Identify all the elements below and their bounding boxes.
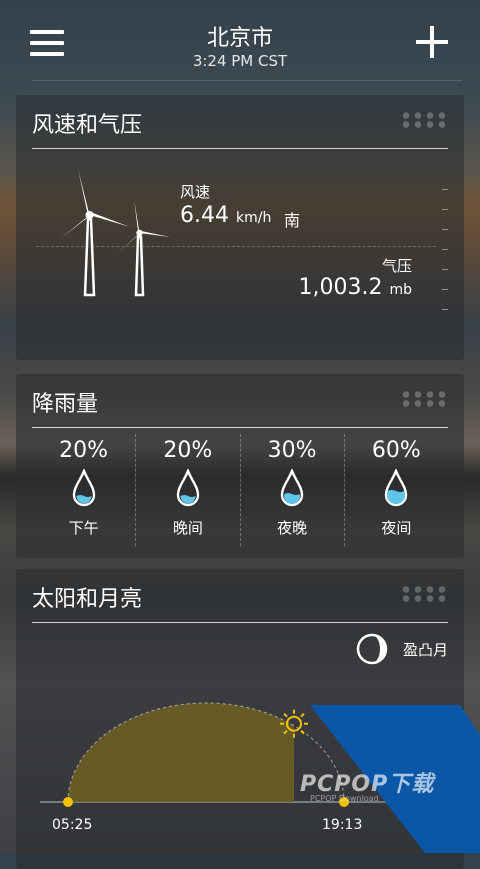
precip-column: 30% 夜晚 — [239, 434, 344, 546]
precip-percent: 20% — [163, 438, 213, 463]
city-name[interactable]: 北京市 — [0, 20, 480, 52]
add-location-icon[interactable] — [416, 26, 448, 58]
raindrop-icon — [385, 467, 408, 507]
watermark-subtext: PCPOP Download — [310, 794, 379, 803]
precip-column: 20% 下午 — [32, 434, 135, 546]
pressure-number: 1,003.2 — [298, 275, 383, 300]
divider — [32, 622, 448, 623]
precip-percent: 60% — [371, 438, 421, 463]
card-title: 太阳和月亮 — [32, 587, 143, 612]
card-handle-icon[interactable] — [400, 111, 448, 129]
precip-time: 晚间 — [172, 519, 203, 537]
precipitation-columns: 20% 下午 20% 晚间 30% 夜晚 60% 夜间 — [32, 434, 448, 546]
local-time: 3:24 PM CST — [192, 52, 288, 70]
sunrise-dot — [63, 797, 73, 807]
precip-percent: 30% — [267, 438, 317, 463]
precip-time: 夜间 — [381, 519, 412, 537]
pressure-label: 气压 — [381, 257, 412, 275]
wind-pressure-card: 风速和气压 风速 6.44 km/h 南 气压 1,003.2 mb — [16, 95, 464, 360]
card-handle-icon[interactable] — [400, 585, 448, 603]
raindrop-icon — [280, 467, 304, 507]
card-handle-icon[interactable] — [400, 390, 448, 408]
raindrop-icon — [72, 467, 95, 507]
pressure-unit: mb — [389, 282, 412, 298]
dashed-line — [36, 246, 436, 247]
precip-column: 20% 晚间 — [135, 434, 239, 546]
precip-time: 下午 — [68, 519, 99, 537]
wind-speed-number: 6.44 — [180, 203, 229, 228]
pressure-scale — [438, 189, 448, 315]
precip-percent: 20% — [59, 438, 109, 463]
card-title: 风速和气压 — [32, 113, 143, 138]
wind-speed-unit: km/h — [235, 210, 272, 226]
top-bar: 北京市 3:24 PM CST — [0, 0, 480, 80]
raindrop-icon — [176, 467, 200, 507]
moon-phase-icon — [356, 633, 388, 665]
pressure-value: 1,003.2 mb — [298, 275, 412, 300]
header-divider — [32, 80, 462, 81]
divider — [32, 148, 448, 149]
precip-column: 60% 夜间 — [343, 434, 448, 546]
card-title: 降雨量 — [32, 392, 99, 417]
wind-direction: 南 — [284, 211, 301, 230]
precipitation-card: 降雨量 20% 下午 20% 晚间 30% 夜晚 60% 夜间 — [16, 374, 464, 558]
daylight-elapsed-area — [68, 703, 294, 802]
moon-phase-label: 盈凸月 — [402, 641, 448, 659]
sunrise-time: 05:25 — [52, 817, 93, 833]
wind-turbine-icon — [60, 169, 170, 297]
precip-time: 夜晚 — [277, 519, 308, 537]
divider — [32, 427, 448, 428]
wind-speed-value: 6.44 km/h — [180, 203, 271, 228]
wind-speed-label: 风速 — [180, 183, 211, 201]
